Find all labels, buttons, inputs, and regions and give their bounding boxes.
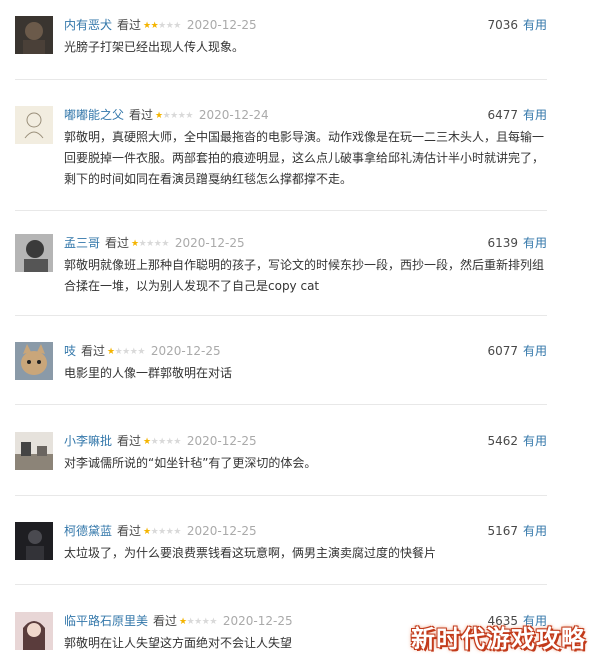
divider [15,584,547,585]
divider [15,404,547,405]
avatar-photo-icon [15,16,53,54]
vote-count: 6139 [487,236,518,250]
watched-label: 看过 [153,614,178,628]
vote-area: 6477 有用 [487,106,547,124]
avatar[interactable] [15,342,53,380]
review-date: 2020-12-25 [186,434,257,448]
rating-stars: ★★★★★ [143,527,181,537]
watermark: 新时代游戏攻略 [411,625,586,653]
review-text: 太垃圾了，为什么要浪费票钱看这玩意啊，俩男主演卖腐过度的快餐片 [64,546,437,560]
rating-stars: ★★★★★ [143,21,181,31]
avatar[interactable] [15,106,53,144]
username-link[interactable]: 内有恶犬 [64,18,112,32]
divider [15,315,547,316]
divider [15,79,547,80]
vote-count: 5462 [487,434,518,448]
useful-button[interactable]: 有用 [523,18,547,32]
vote-count: 5167 [487,524,518,538]
watched-label: 看过 [117,18,142,32]
avatar[interactable] [15,234,53,272]
watched-label: 看过 [129,108,154,122]
vote-area: 6077 有用 [487,342,547,360]
username-link[interactable]: 吱 [64,344,76,358]
avatar-photo-icon [15,522,53,560]
review-meta: 嘟嘟能之父 看过 ★★★★★ 2020-12-24 [64,106,269,124]
username-link[interactable]: 临平路石原里美 [64,614,148,628]
review-meta: 孟三哥 看过 ★★★★★ 2020-12-25 [64,234,245,252]
avatar[interactable] [15,612,53,650]
vote-area: 5167 有用 [487,522,547,540]
review-meta: 临平路石原里美 看过 ★★★★★ 2020-12-25 [64,612,293,630]
review-meta: 柯德黛蓝 看过 ★★★★★ 2020-12-25 [64,522,257,540]
useful-button[interactable]: 有用 [523,434,547,448]
username-link[interactable]: 小李嘛批 [64,434,112,448]
review-meta: 小李嘛批 看过 ★★★★★ 2020-12-25 [64,432,257,450]
useful-button[interactable]: 有用 [523,344,547,358]
review-date: 2020-12-25 [186,524,257,538]
watched-label: 看过 [81,344,106,358]
review-date: 2020-12-25 [222,614,293,628]
username-link[interactable]: 柯德黛蓝 [64,524,112,538]
divider [15,210,547,211]
rating-stars: ★★★★★ [131,239,169,249]
vote-count: 7036 [487,18,518,32]
useful-button[interactable]: 有用 [523,524,547,538]
avatar-photo-icon [15,612,53,650]
rating-stars: ★★★★★ [155,111,193,121]
vote-area: 7036 有用 [487,16,547,34]
rating-stars: ★★★★★ [107,347,145,357]
username-link[interactable]: 孟三哥 [64,236,100,250]
review-text: 光膀子打架已经出现人传人现象。 [64,40,245,54]
avatar[interactable] [15,522,53,560]
review-text: 电影里的人像一群郭敬明在对话 [64,366,233,380]
rating-stars: ★★★★★ [143,437,181,447]
watched-label: 看过 [117,524,142,538]
review-date: 2020-12-25 [174,236,245,250]
review-text: 对李诚儒所说的“如坐针毡”有了更深切的体会。 [64,456,317,470]
watched-label: 看过 [117,434,142,448]
useful-button[interactable]: 有用 [523,236,547,250]
review-text: 郭敬明，真硬照大师，全中国最拖沓的电影导演。动作戏像是在玩一二三木头人，且每输一… [64,130,545,186]
vote-count: 6077 [487,344,518,358]
review-date: 2020-12-25 [150,344,221,358]
divider [15,495,547,496]
vote-count: 6477 [487,108,518,122]
avatar[interactable] [15,432,53,470]
avatar-photo-icon [15,342,53,380]
avatar-photo-icon [15,234,53,272]
username-link[interactable]: 嘟嘟能之父 [64,108,124,122]
review-meta: 内有恶犬 看过 ★★★★★ 2020-12-25 [64,16,257,34]
avatar[interactable] [15,16,53,54]
review-date: 2020-12-24 [198,108,269,122]
vote-area: 6139 有用 [487,234,547,252]
review-text: 郭敬明就像班上那种自作聪明的孩子，写论文的时候东抄一段，西抄一段，然后重新排列组… [64,258,545,293]
useful-button[interactable]: 有用 [523,108,547,122]
review-date: 2020-12-25 [186,18,257,32]
avatar-photo-icon [15,106,53,144]
watched-label: 看过 [105,236,130,250]
rating-stars: ★★★★★ [179,617,217,627]
vote-area: 5462 有用 [487,432,547,450]
avatar-photo-icon [15,432,53,470]
review-meta: 吱看过 ★★★★★ 2020-12-25 [64,342,221,360]
